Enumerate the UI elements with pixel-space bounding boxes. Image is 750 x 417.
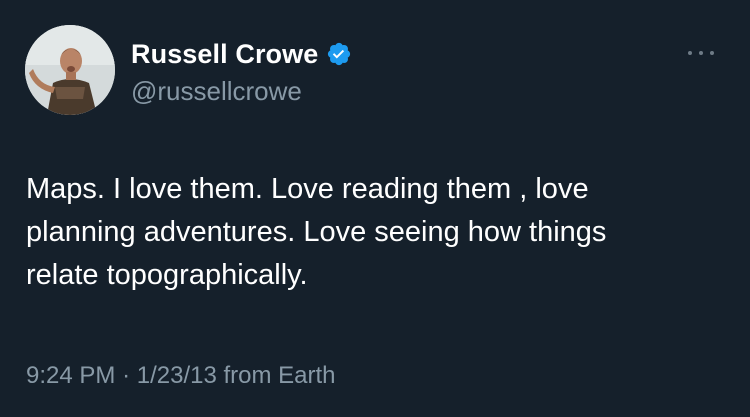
tweet-text: Maps. I love them. Love reading them , l… bbox=[26, 168, 726, 297]
tweet-text-line: Maps. I love them. Love reading them , l… bbox=[26, 173, 589, 205]
tweet-time[interactable]: 9:24 PM bbox=[26, 362, 115, 389]
user-handle[interactable]: @russellcrowe bbox=[131, 76, 302, 107]
tweet-text-line: relate topographically. bbox=[26, 259, 308, 291]
more-options-icon[interactable] bbox=[686, 46, 716, 60]
display-name[interactable]: Russell Crowe bbox=[131, 39, 318, 70]
tweet-card: Russell Crowe @russellcrowe Maps. I love… bbox=[0, 0, 750, 417]
tweet-source: from Earth bbox=[223, 362, 336, 389]
tweet-date[interactable]: 1/23/13 bbox=[137, 362, 217, 389]
verified-badge-icon bbox=[326, 41, 352, 67]
name-row: Russell Crowe bbox=[131, 38, 352, 70]
meta-separator: · bbox=[122, 362, 131, 389]
avatar[interactable] bbox=[25, 25, 115, 115]
tweet-meta: 9:24 PM · 1/23/13 from Earth bbox=[26, 362, 336, 390]
avatar-image bbox=[25, 25, 115, 115]
tweet-text-line: planning adventures. Love seeing how thi… bbox=[26, 216, 607, 248]
